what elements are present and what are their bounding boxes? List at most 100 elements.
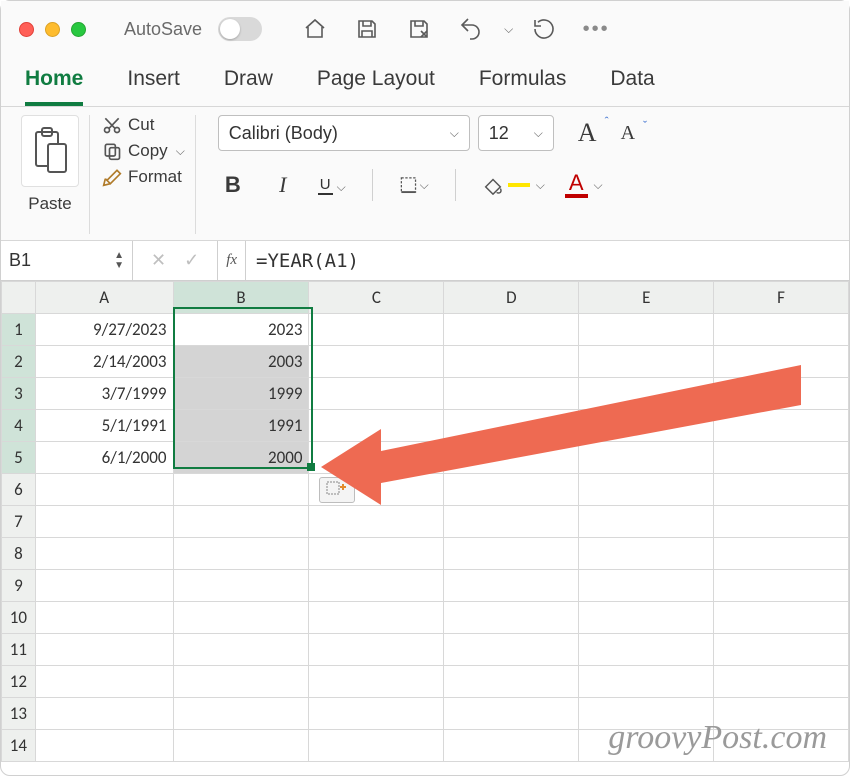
cut-button[interactable]: Cut — [102, 115, 185, 135]
cell[interactable] — [579, 378, 714, 410]
row-header-10[interactable]: 10 — [2, 602, 36, 634]
zoom-window-button[interactable] — [71, 22, 86, 37]
cell[interactable] — [714, 602, 849, 634]
cell[interactable] — [35, 506, 173, 538]
cell[interactable] — [173, 634, 309, 666]
increase-font-button[interactable]: Aˆ — [578, 118, 597, 148]
cell[interactable] — [173, 730, 309, 762]
tab-data[interactable]: Data — [610, 67, 654, 106]
col-header-F[interactable]: F — [714, 282, 849, 314]
cell[interactable] — [714, 410, 849, 442]
cell[interactable] — [173, 538, 309, 570]
cell[interactable]: 1991 — [173, 410, 309, 442]
cell[interactable] — [579, 666, 714, 698]
row-header-14[interactable]: 14 — [2, 730, 36, 762]
cell[interactable]: 3/7/1999 — [35, 378, 173, 410]
cell[interactable] — [444, 474, 579, 506]
cell[interactable] — [714, 346, 849, 378]
cell[interactable] — [35, 698, 173, 730]
cell[interactable] — [35, 634, 173, 666]
cell[interactable] — [579, 538, 714, 570]
save-icon[interactable] — [354, 16, 380, 42]
undo-dropdown[interactable]: ⌵ — [504, 22, 513, 37]
cell[interactable] — [714, 474, 849, 506]
copy-button[interactable]: Copy ⌵ — [102, 141, 185, 161]
cell[interactable] — [444, 538, 579, 570]
cell[interactable] — [309, 730, 444, 762]
cell[interactable] — [173, 474, 309, 506]
decrease-font-button[interactable]: Aˇ — [621, 122, 635, 145]
cell[interactable] — [714, 666, 849, 698]
cell[interactable]: 5/1/1991 — [35, 410, 173, 442]
row-header-4[interactable]: 4 — [2, 410, 36, 442]
row-header-5[interactable]: 5 — [2, 442, 36, 474]
row-header-3[interactable]: 3 — [2, 378, 36, 410]
cell-grid[interactable]: A B C D E F 19/27/2023202322/14/20032003… — [1, 281, 849, 762]
cell[interactable]: 6/1/2000 — [35, 442, 173, 474]
name-box-stepper[interactable]: ▲▼ — [114, 251, 124, 271]
cell[interactable] — [309, 506, 444, 538]
borders-button[interactable]: ⌵ — [399, 170, 429, 200]
cell[interactable] — [714, 442, 849, 474]
cell[interactable] — [173, 506, 309, 538]
cell[interactable]: 2000 — [173, 442, 309, 474]
cell[interactable] — [444, 346, 579, 378]
cell[interactable] — [309, 666, 444, 698]
paste-button[interactable] — [21, 115, 79, 187]
col-header-B[interactable]: B — [173, 282, 309, 314]
cell[interactable] — [714, 634, 849, 666]
worksheet[interactable]: A B C D E F 19/27/2023202322/14/20032003… — [1, 281, 849, 762]
cell[interactable] — [714, 378, 849, 410]
cell[interactable] — [579, 346, 714, 378]
font-name-combo[interactable]: Calibri (Body) ⌵ — [218, 115, 470, 151]
autofill-options-button[interactable] — [319, 477, 355, 503]
cell[interactable] — [35, 570, 173, 602]
cell[interactable] — [35, 666, 173, 698]
tab-insert[interactable]: Insert — [127, 67, 180, 106]
tab-draw[interactable]: Draw — [224, 67, 273, 106]
row-header-11[interactable]: 11 — [2, 634, 36, 666]
cancel-formula-icon[interactable]: ✕ — [151, 250, 166, 271]
fill-color-button[interactable]: ⌵ — [482, 175, 545, 195]
save-edit-icon[interactable] — [406, 16, 432, 42]
bold-button[interactable]: B — [218, 170, 248, 200]
font-size-combo[interactable]: 12 ⌵ — [478, 115, 554, 151]
cell[interactable] — [579, 474, 714, 506]
cell[interactable] — [714, 314, 849, 346]
col-header-E[interactable]: E — [579, 282, 714, 314]
cell[interactable] — [173, 698, 309, 730]
cell[interactable]: 9/27/2023 — [35, 314, 173, 346]
cell[interactable] — [309, 442, 444, 474]
select-all-corner[interactable] — [2, 282, 36, 314]
cell[interactable] — [35, 538, 173, 570]
cell[interactable] — [173, 570, 309, 602]
row-header-8[interactable]: 8 — [2, 538, 36, 570]
cell[interactable] — [444, 634, 579, 666]
redo-icon[interactable] — [531, 16, 557, 42]
cell[interactable] — [714, 570, 849, 602]
row-header-7[interactable]: 7 — [2, 506, 36, 538]
cell[interactable]: 2023 — [173, 314, 309, 346]
cell[interactable] — [309, 602, 444, 634]
row-header-6[interactable]: 6 — [2, 474, 36, 506]
home-icon[interactable] — [302, 16, 328, 42]
italic-button[interactable]: I — [268, 170, 298, 200]
cell[interactable] — [444, 666, 579, 698]
cell[interactable] — [173, 666, 309, 698]
row-header-1[interactable]: 1 — [2, 314, 36, 346]
cell[interactable] — [714, 506, 849, 538]
cell[interactable] — [35, 602, 173, 634]
cell[interactable] — [444, 506, 579, 538]
cell[interactable] — [579, 602, 714, 634]
cell[interactable] — [579, 570, 714, 602]
autosave-toggle[interactable] — [218, 17, 262, 41]
cell[interactable] — [309, 378, 444, 410]
cell[interactable] — [714, 538, 849, 570]
formula-input[interactable]: =YEAR(A1) — [246, 241, 849, 280]
chevron-down-icon[interactable]: ⌵ — [176, 144, 185, 159]
cell[interactable]: 2/14/2003 — [35, 346, 173, 378]
cell[interactable] — [444, 730, 579, 762]
cell[interactable]: 2003 — [173, 346, 309, 378]
col-header-C[interactable]: C — [309, 282, 444, 314]
cell[interactable] — [35, 474, 173, 506]
